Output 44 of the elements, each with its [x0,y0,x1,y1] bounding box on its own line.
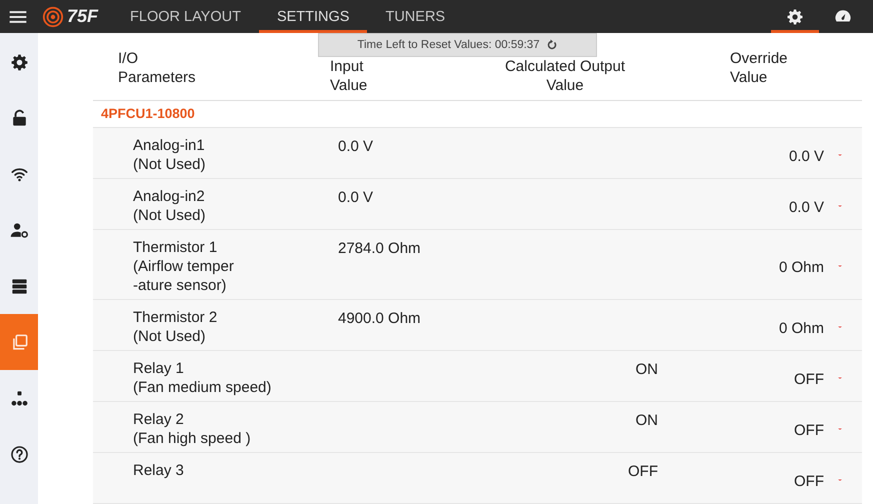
refresh-icon[interactable] [546,39,558,51]
parameter-label: Relay 1 (Fan medium speed) [132,359,272,398]
user-settings-icon [10,220,28,240]
dropdown-arrow-icon [836,374,844,380]
help-icon [10,444,28,464]
dropdown-arrow-icon [836,202,844,208]
nav-tab[interactable]: FLOOR LAYOUT [112,0,259,33]
nav-tab[interactable]: TUNERS [367,0,464,33]
timer-text: Time Left to Reset Values: 00:59:37 [357,39,540,51]
input-value: 0.0 V [338,188,374,206]
dropdown-arrow-icon [836,324,844,330]
dropdown-arrow-icon [836,476,844,482]
output-value: ON [634,411,658,429]
parameter-label: Analog-in2 (Not Used) [132,187,207,226]
parameter-label: Relay 2 (Fan high speed ) [132,410,252,449]
override-dropdown[interactable]: OFF [794,416,844,438]
override-dropdown[interactable]: 0.0 V [788,142,844,164]
logo-icon [42,6,64,28]
output-value: OFF [627,462,658,480]
override-dropdown[interactable]: 0 Ohm [778,314,844,336]
logo-text: 75F [67,6,98,27]
override-dropdown[interactable]: OFF [794,364,844,388]
column-header: Override Value [730,49,788,87]
hierarchy-icon [10,388,28,408]
parameter-label: Thermistor 1 (Airflow temper -ature sensor) [132,238,235,296]
dropdown-arrow-icon [836,263,844,269]
parameter-label: Relay 3 [132,461,185,481]
override-dropdown[interactable]: 0.0 V [788,192,844,216]
gear-icon [10,52,28,72]
override-dropdown[interactable]: OFF [794,466,844,490]
server-icon [10,276,28,296]
column-header: I/O Parameters [117,49,197,87]
override-dropdown[interactable]: 0 Ohm [778,253,844,276]
input-value: 0.0 V [338,137,374,155]
output-value: ON [634,360,658,378]
parameter-label: Analog-in1 (Not Used) [132,136,207,175]
input-value: 2784.0 Ohm [338,239,422,257]
dropdown-arrow-icon [836,426,844,432]
input-value: 4900.0 Ohm [338,309,422,327]
parameter-label: Thermistor 2 (Not Used) [132,308,218,347]
column-header: Input Value [330,57,368,95]
column-header: Calculated Output Value [504,57,626,95]
dropdown-arrow-icon [836,152,844,158]
settings-icon [786,8,804,26]
